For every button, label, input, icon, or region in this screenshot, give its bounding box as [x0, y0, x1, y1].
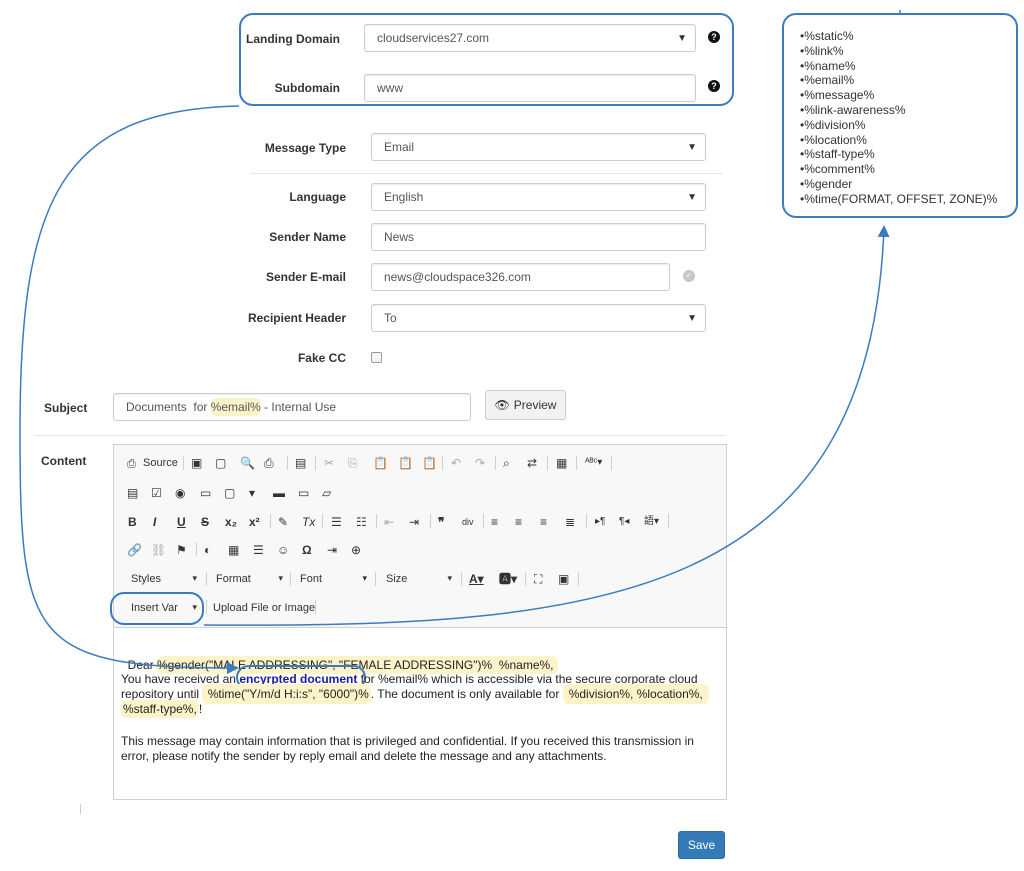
arrow-domain-to-link: [19, 105, 240, 674]
annotation-arrows: [19, 10, 901, 674]
arrow-insertvar-to-variables: [203, 225, 890, 626]
